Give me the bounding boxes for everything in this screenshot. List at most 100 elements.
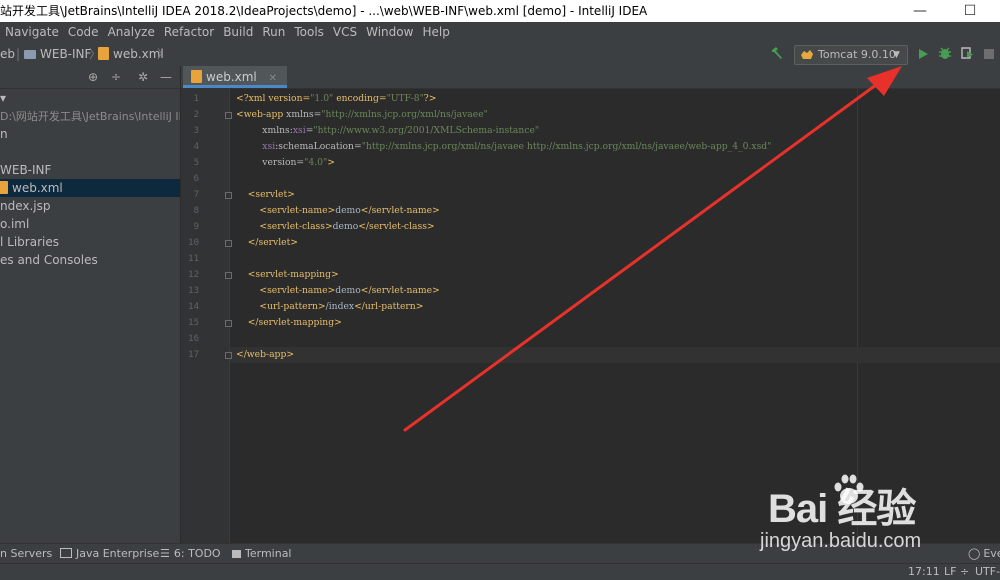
target-icon[interactable]: ⊕ <box>85 66 101 88</box>
line-number: 8 <box>193 206 199 216</box>
project-panel: ⊕ ÷ ✲ — ▾ D:\网站开发工具\JetBrains\IntelliJ ID… <box>0 66 181 543</box>
fold-marker-icon[interactable] <box>225 272 232 279</box>
fold-marker-icon[interactable] <box>225 240 232 247</box>
code-line[interactable]: <servlet-name>demo</servlet-name> <box>236 203 439 219</box>
menu-navigate[interactable]: Navigate <box>5 22 59 42</box>
run-icon[interactable] <box>914 42 932 66</box>
tree-item[interactable]: l Libraries <box>0 233 180 251</box>
java-enterprise-icon <box>60 548 72 558</box>
hammer-icon[interactable] <box>768 42 786 66</box>
navigation-bar: eb | WEB-INF 〉 web.xml 〉 Tomcat 9.0.10 ▼ <box>0 42 1000 67</box>
breadcrumb-web-xml[interactable]: web.xml <box>98 42 164 66</box>
run-configuration-select[interactable]: Tomcat 9.0.10 ▼ <box>794 45 908 65</box>
code-line[interactable]: <servlet-class>demo</servlet-class> <box>236 219 434 235</box>
fold-marker-icon[interactable] <box>225 352 232 359</box>
code-line[interactable]: xsi:schemaLocation="http://xmlns.jcp.org… <box>236 139 771 155</box>
code-line[interactable]: </web-app> <box>236 347 294 363</box>
coverage-icon[interactable] <box>958 42 976 66</box>
minimize-button[interactable]: — <box>905 0 935 22</box>
file-encoding[interactable]: UTF- <box>975 564 1000 580</box>
tree-item[interactable]: D:\网站开发工具\JetBrains\IntelliJ IDEA <box>0 107 180 125</box>
code-line[interactable]: </servlet> <box>236 235 298 251</box>
line-number: 11 <box>188 254 199 264</box>
hide-panel-icon[interactable]: — <box>158 66 174 88</box>
tree-item-label: o.iml <box>0 217 30 231</box>
xml-file-icon <box>191 70 202 83</box>
tree-item[interactable]: n <box>0 125 180 143</box>
breadcrumb-separator: 〉 <box>157 47 170 61</box>
code-line[interactable]: <servlet-mapping> <box>236 267 339 283</box>
breadcrumb-web[interactable]: eb <box>0 42 15 66</box>
menu-refactor[interactable]: Refactor <box>164 22 214 42</box>
line-number: 15 <box>188 318 199 328</box>
tool-java-enterprise[interactable]: Java Enterprise <box>60 544 159 564</box>
code-line[interactable]: xmlns:xsi="http://www.w3.org/2001/XMLSch… <box>236 123 539 139</box>
menu-window[interactable]: Window <box>366 22 413 42</box>
tab-web-xml[interactable]: web.xml ✕ <box>183 66 287 88</box>
code-line[interactable]: version="4.0"> <box>236 155 335 171</box>
line-number: 10 <box>188 238 199 248</box>
caret-position[interactable]: 17:11 <box>908 564 940 580</box>
menu-code[interactable]: Code <box>68 22 99 42</box>
line-number: 5 <box>193 158 199 168</box>
run-configuration-label: Tomcat 9.0.10 <box>818 48 896 61</box>
tree-item-label: n <box>0 127 8 141</box>
menu-analyze[interactable]: Analyze <box>108 22 155 42</box>
xml-file-icon <box>98 47 109 60</box>
editor-tabs: web.xml ✕ <box>181 66 1000 89</box>
tree-item-label: D:\网站开发工具\JetBrains\IntelliJ IDEA <box>0 110 180 123</box>
tree-item[interactable]: WEB-INF <box>0 161 180 179</box>
watermark-brand: Bai 经验 <box>768 487 916 531</box>
menu-bar: Navigate Code Analyze Refactor Build Run Tools… <box>0 22 1000 42</box>
menu-vcs[interactable]: VCS <box>333 22 357 42</box>
tomcat-icon <box>801 50 813 59</box>
collapse-all-icon[interactable]: ÷ <box>108 66 124 88</box>
tree-item[interactable]: o.iml <box>0 215 180 233</box>
tree-item-label: WEB-INF <box>0 163 52 177</box>
fold-marker-icon[interactable] <box>225 192 232 199</box>
close-icon[interactable]: ✕ <box>269 73 277 84</box>
gear-icon[interactable]: ✲ <box>135 66 151 88</box>
stop-icon[interactable] <box>980 42 998 66</box>
line-number: 9 <box>193 222 199 232</box>
debug-icon[interactable] <box>936 42 954 66</box>
code-line[interactable]: </servlet-mapping> <box>236 315 342 331</box>
menu-build[interactable]: Build <box>223 22 253 42</box>
line-separator[interactable]: LF ÷ <box>944 564 969 580</box>
event-log-icon: ◯ <box>968 547 981 560</box>
code-line[interactable]: <servlet-name>demo</servlet-name> <box>236 283 439 299</box>
tree-item[interactable]: ndex.jsp <box>0 197 180 215</box>
window-title-bar: 站开发工具\JetBrains\IntelliJ IDEA 2018.2\Ide… <box>0 0 1000 22</box>
menu-help[interactable]: Help <box>422 22 449 42</box>
project-panel-header: ⊕ ÷ ✲ — <box>0 66 180 89</box>
tree-item-label: l Libraries <box>0 235 59 249</box>
fold-marker-icon[interactable] <box>225 112 232 119</box>
menu-tools[interactable]: Tools <box>294 22 324 42</box>
status-bar: 17:11 LF ÷ UTF- <box>0 563 1000 580</box>
tree-item[interactable]: web.xml <box>0 179 180 197</box>
line-number: 17 <box>188 350 199 360</box>
fold-marker-icon[interactable] <box>225 320 232 327</box>
line-number: 16 <box>188 334 199 344</box>
watermark-url: jingyan.baidu.com <box>760 530 922 552</box>
breadcrumb-web-inf[interactable]: WEB-INF <box>24 42 91 66</box>
tool-event-log[interactable]: ◯Eve <box>968 544 1000 564</box>
tool-todo[interactable]: ☰ 6: TODO <box>160 544 221 564</box>
tree-item[interactable]: es and Consoles <box>0 251 180 269</box>
maximize-button[interactable]: ☐ <box>955 0 985 22</box>
line-number: 7 <box>193 190 199 200</box>
line-number: 12 <box>188 270 199 280</box>
line-number: 6 <box>193 174 199 184</box>
tree-item-label: es and Consoles <box>0 253 98 267</box>
menu-run[interactable]: Run <box>262 22 285 42</box>
line-number: 14 <box>188 302 199 312</box>
code-line[interactable]: <web-app xmlns="http://xmlns.jcp.org/xml… <box>236 107 488 123</box>
tool-terminal[interactable]: Terminal <box>232 544 292 564</box>
code-line[interactable]: <url-pattern>/index</url-pattern> <box>236 299 423 315</box>
line-number: 13 <box>188 286 199 296</box>
tree-item[interactable]: ▾ <box>0 89 180 107</box>
tool-app-servers[interactable]: n Servers <box>0 544 52 564</box>
code-line[interactable]: <servlet> <box>236 187 295 203</box>
tree-item[interactable] <box>0 143 180 161</box>
code-line[interactable]: <?xml version="1.0" encoding="UTF-8"?> <box>236 91 436 107</box>
